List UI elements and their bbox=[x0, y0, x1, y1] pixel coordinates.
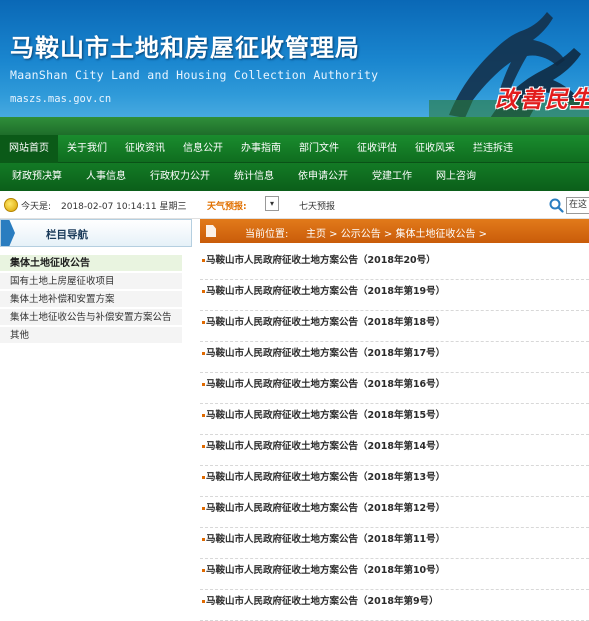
nav-personnel[interactable]: 人事信息 bbox=[74, 163, 138, 191]
notice-link[interactable]: 马鞍山市人民政府征收土地方案公告（2018年第9号） bbox=[206, 593, 439, 607]
sidebar-item-other[interactable]: 其他 bbox=[0, 327, 182, 345]
horse-statue-image bbox=[429, 12, 589, 122]
bullet-icon bbox=[202, 352, 205, 355]
list-item: 马鞍山市人民政府征收土地方案公告（2018年第13号） bbox=[200, 466, 589, 497]
nav-guide[interactable]: 办事指南 bbox=[232, 135, 290, 163]
nav-about[interactable]: 关于我们 bbox=[58, 135, 116, 163]
date-value: 2018-02-07 10:14:11 星期三 bbox=[61, 202, 187, 212]
nav-news[interactable]: 征收资讯 bbox=[116, 135, 174, 163]
bullet-icon bbox=[202, 538, 205, 541]
site-title: 马鞍山市土地和房屋征收管理局 bbox=[10, 34, 360, 62]
breadcrumb-path[interactable]: 主页 > 公示公告 > 集体土地征收公告 > bbox=[306, 225, 487, 240]
list-item: 马鞍山市人民政府征收土地方案公告（2018年第17号） bbox=[200, 342, 589, 373]
site-banner: 马鞍山市土地和房屋征收管理局 MaanShan City Land and Ho… bbox=[0, 0, 589, 135]
nav-power-disclosure[interactable]: 行政权力公开 bbox=[138, 163, 222, 191]
list-item: 马鞍山市人民政府征收土地方案公告（2018年第19号） bbox=[200, 280, 589, 311]
notice-link[interactable]: 马鞍山市人民政府征收土地方案公告（2018年第19号） bbox=[206, 283, 445, 297]
nav-documents[interactable]: 部门文件 bbox=[290, 135, 348, 163]
nav-application-disclosure[interactable]: 依申请公开 bbox=[286, 163, 360, 191]
notice-link[interactable]: 马鞍山市人民政府征收土地方案公告（2018年第13号） bbox=[206, 469, 445, 483]
list-item: 马鞍山市人民政府征收土地方案公告（2018年第14号） bbox=[200, 435, 589, 466]
date-label: 今天是: bbox=[21, 202, 52, 212]
seven-day-forecast-link[interactable]: 七天预报 bbox=[299, 199, 335, 212]
list-item: 马鞍山市人民政府征收土地方案公告（2018年第16号） bbox=[200, 373, 589, 404]
notice-link[interactable]: 马鞍山市人民政府征收土地方案公告（2018年第15号） bbox=[206, 407, 445, 421]
notice-link[interactable]: 马鞍山市人民政府征收土地方案公告（2018年第14号） bbox=[206, 438, 445, 452]
notice-link[interactable]: 马鞍山市人民政府征收土地方案公告（2018年第11号） bbox=[206, 531, 445, 545]
nav-statistics[interactable]: 统计信息 bbox=[222, 163, 286, 191]
breadcrumb: 当前位置: 主页 > 公示公告 > 集体土地征收公告 > bbox=[200, 219, 589, 243]
sidebar-item-notice-and-plan[interactable]: 集体土地征收公告与补偿安置方案公告 bbox=[0, 309, 182, 327]
clock-icon bbox=[4, 198, 18, 212]
nav-budget[interactable]: 财政预决算 bbox=[0, 163, 74, 191]
nav-party-work[interactable]: 党建工作 bbox=[360, 163, 424, 191]
bullet-icon bbox=[202, 507, 205, 510]
secondary-nav: 财政预决算 人事信息 行政权力公开 统计信息 依申请公开 党建工作 网上咨询 bbox=[0, 163, 589, 191]
nav-home[interactable]: 网站首页 bbox=[0, 134, 58, 163]
bullet-icon bbox=[202, 259, 205, 262]
site-domain: maszs.mas.gov.cn bbox=[10, 93, 112, 105]
bullet-icon bbox=[202, 290, 205, 293]
nav-online-consult[interactable]: 网上咨询 bbox=[424, 163, 488, 191]
bullet-icon bbox=[202, 414, 205, 417]
sidebar-title-marker bbox=[1, 220, 15, 246]
sidebar-item-state-land-projects[interactable]: 国有土地上房屋征收项目 bbox=[0, 273, 182, 291]
search-icon[interactable] bbox=[548, 197, 564, 213]
bullet-icon bbox=[202, 445, 205, 448]
breadcrumb-label: 当前位置: bbox=[245, 229, 289, 240]
nav-assessment[interactable]: 征收评估 bbox=[348, 135, 406, 163]
list-item: 马鞍山市人民政府征收土地方案公告（2018年第12号） bbox=[200, 497, 589, 528]
bullet-icon bbox=[202, 383, 205, 386]
weather-select[interactable]: ▾ bbox=[265, 196, 279, 211]
list-item: 马鞍山市人民政府征收土地方案公告（2018年20号） bbox=[200, 249, 589, 280]
sidebar-title-label: 栏目导航 bbox=[46, 229, 88, 241]
info-bar: 今天是: 2018-02-07 10:14:11 星期三 天气预报: ▾ 七天预… bbox=[0, 191, 589, 219]
nav-disclosure[interactable]: 信息公开 bbox=[174, 135, 232, 163]
nav-showcase[interactable]: 征收风采 bbox=[406, 135, 464, 163]
banner-ground bbox=[0, 117, 589, 135]
search-input[interactable]: 在这 bbox=[566, 197, 589, 214]
primary-nav: 网站首页 关于我们 征收资讯 信息公开 办事指南 部门文件 征收评估 征收风采 … bbox=[0, 134, 589, 163]
sidebar: 栏目导航 集体土地征收公告 国有土地上房屋征收项目 集体土地补偿和安置方案 集体… bbox=[0, 219, 192, 345]
list-item: 马鞍山市人民政府征收土地方案公告（2018年第11号） bbox=[200, 528, 589, 559]
weather-label: 天气预报: bbox=[207, 202, 247, 212]
notice-link[interactable]: 马鞍山市人民政府征收土地方案公告（2018年20号） bbox=[206, 252, 436, 266]
sidebar-title: 栏目导航 bbox=[0, 219, 192, 247]
sidebar-list: 集体土地征收公告 国有土地上房屋征收项目 集体土地补偿和安置方案 集体土地征收公… bbox=[0, 255, 192, 345]
bullet-icon bbox=[202, 321, 205, 324]
bullet-icon bbox=[202, 569, 205, 572]
slogan-text: 改善民生 bbox=[495, 87, 589, 113]
bullet-icon bbox=[202, 600, 205, 603]
nav-demolition[interactable]: 拦违拆违 bbox=[464, 135, 522, 163]
list-item: 马鞍山市人民政府征收土地方案公告（2018年第15号） bbox=[200, 404, 589, 435]
notice-link[interactable]: 马鞍山市人民政府征收土地方案公告（2018年第12号） bbox=[206, 500, 445, 514]
notice-link[interactable]: 马鞍山市人民政府征收土地方案公告（2018年第10号） bbox=[206, 562, 445, 576]
main-content: 当前位置: 主页 > 公示公告 > 集体土地征收公告 > 马鞍山市人民政府征收土… bbox=[200, 219, 589, 621]
notice-list: 马鞍山市人民政府征收土地方案公告（2018年20号） 马鞍山市人民政府征收土地方… bbox=[200, 249, 589, 621]
location-icon bbox=[206, 225, 216, 237]
notice-link[interactable]: 马鞍山市人民政府征收土地方案公告（2018年第18号） bbox=[206, 314, 445, 328]
notice-link[interactable]: 马鞍山市人民政府征收土地方案公告（2018年第16号） bbox=[206, 376, 445, 390]
bullet-icon bbox=[202, 476, 205, 479]
sidebar-item-collective-land-notice[interactable]: 集体土地征收公告 bbox=[0, 255, 182, 273]
notice-link[interactable]: 马鞍山市人民政府征收土地方案公告（2018年第17号） bbox=[206, 345, 445, 359]
sidebar-item-compensation-plan[interactable]: 集体土地补偿和安置方案 bbox=[0, 291, 182, 309]
site-subtitle: MaanShan City Land and Housing Collectio… bbox=[10, 68, 379, 82]
list-item: 马鞍山市人民政府征收土地方案公告（2018年第10号） bbox=[200, 559, 589, 590]
list-item: 马鞍山市人民政府征收土地方案公告（2018年第9号） bbox=[200, 590, 589, 621]
list-item: 马鞍山市人民政府征收土地方案公告（2018年第18号） bbox=[200, 311, 589, 342]
